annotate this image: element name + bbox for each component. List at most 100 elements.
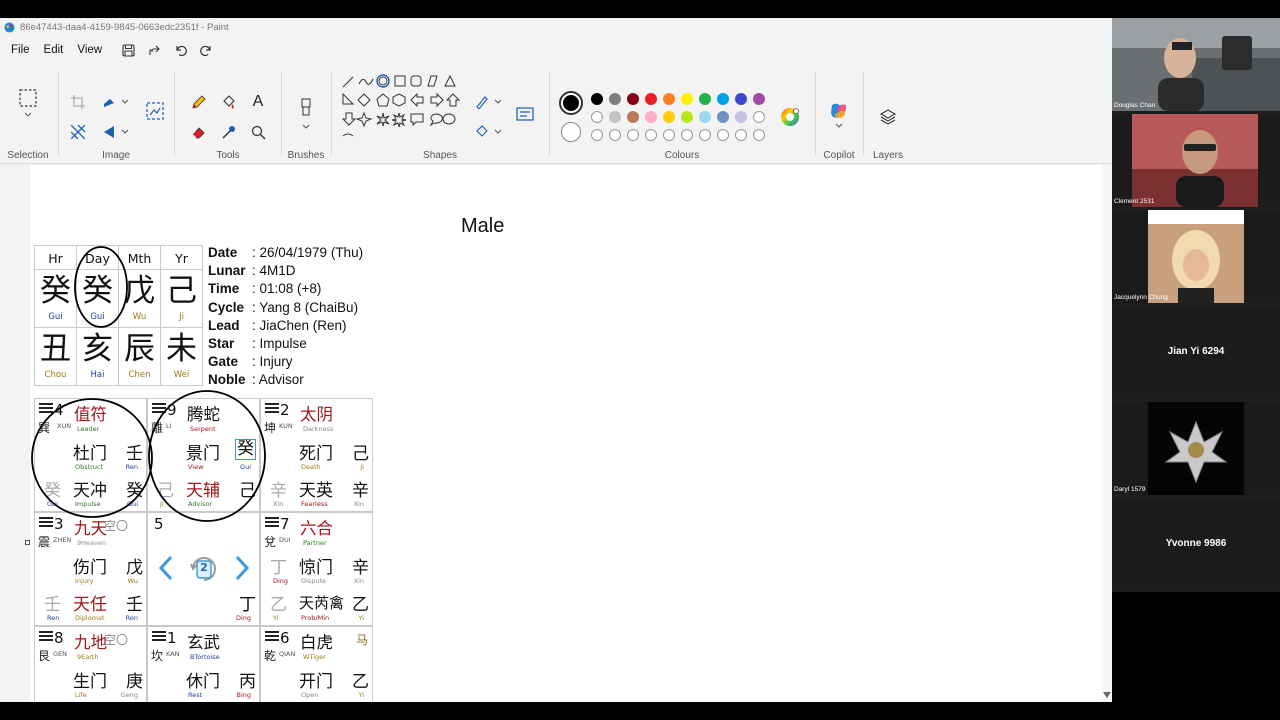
color-swatch[interactable] [663, 129, 675, 141]
share-button[interactable] [141, 39, 167, 61]
participant-tile[interactable]: Douglas Chan [1112, 18, 1280, 111]
color-swatch[interactable] [699, 93, 711, 105]
layers-button[interactable] [877, 106, 899, 128]
fill-button[interactable] [218, 92, 238, 112]
scroll-down-icon [1103, 692, 1111, 698]
color-swatch[interactable] [735, 129, 747, 141]
color-swatch[interactable] [753, 111, 765, 123]
eraser-button[interactable] [188, 122, 208, 142]
color-swatch[interactable] [681, 129, 693, 141]
color-swatch[interactable] [735, 111, 747, 123]
color-swatch[interactable] [717, 111, 729, 123]
shapes-gallery[interactable] [339, 70, 461, 144]
menu-edit[interactable]: Edit [37, 44, 71, 56]
redo-icon [199, 45, 211, 56]
rotate-button[interactable] [100, 122, 130, 142]
color-swatch[interactable] [609, 93, 621, 105]
canvas-area: Male Hr Day Mth Yr 癸 Gui 癸 Gui 戊 Wu 己 Ji 丑 Ch… [0, 165, 1112, 702]
shapes-group: Shapes [333, 64, 547, 164]
color-swatch[interactable] [735, 93, 747, 105]
primary-color[interactable] [559, 91, 583, 115]
resize-button[interactable] [100, 92, 130, 112]
participant-name: Jian Yi 6294 [1167, 346, 1225, 357]
color-swatch[interactable] [681, 111, 693, 123]
menu-file[interactable]: File [4, 44, 37, 56]
shape-style-button[interactable] [513, 102, 537, 126]
color-swatch[interactable] [591, 93, 603, 105]
window-title: 86e47443-daa4-4159-9845-0663edc2351f - P… [20, 21, 229, 33]
layers-label: Layers [872, 150, 903, 161]
menu-bar: File Edit View [0, 36, 1112, 64]
brushes-label: Brushes [287, 150, 325, 161]
day-pillar-circle [74, 246, 128, 328]
divider [815, 72, 816, 156]
copilot-button[interactable] [827, 100, 851, 130]
text-button[interactable]: A [248, 92, 268, 112]
color-swatch[interactable] [627, 129, 639, 141]
picker-button[interactable] [218, 122, 238, 142]
info-value: : 01:08 (+8) [252, 281, 322, 297]
color-swatch[interactable] [609, 129, 621, 141]
vertical-scrollbar[interactable] [1102, 165, 1112, 702]
color-swatch[interactable] [645, 129, 657, 141]
info-value: : 26/04/1979 (Thu) [252, 245, 364, 260]
magnifier-button[interactable] [248, 122, 268, 142]
undo-button[interactable] [167, 39, 193, 61]
info-row: Time: 01:08 (+8) [208, 280, 363, 298]
drawing-canvas[interactable]: Male Hr Day Mth Yr 癸 Gui 癸 Gui 戊 Wu 己 Ji 丑 Ch… [30, 165, 1112, 702]
color-swatch[interactable] [753, 129, 765, 141]
participant-tile[interactable]: Jian Yi 6294 [1112, 306, 1280, 399]
participant-tile[interactable]: Jacquelynn Chung [1112, 210, 1280, 303]
color-swatch[interactable] [699, 111, 711, 123]
participant-video [1148, 210, 1244, 303]
info-label: Cycle [208, 299, 245, 315]
redo-button[interactable] [193, 39, 219, 61]
selection-group: Selection [0, 64, 56, 164]
pencil-button[interactable] [188, 92, 208, 112]
menu-view[interactable]: View [70, 44, 109, 56]
four-pillars-table: Hr Day Mth Yr 癸 Gui 癸 Gui 戊 Wu 己 Ji 丑 Chou 亥H… [34, 245, 204, 387]
tools-group: A Tools [176, 64, 280, 164]
color-swatch[interactable] [699, 129, 711, 141]
color-swatch[interactable] [591, 111, 603, 123]
ribbon: Selection Image A Tools Brushes Shapes C… [0, 64, 1112, 164]
color-swatch[interactable] [753, 93, 765, 105]
shape-fill-button[interactable] [473, 122, 505, 142]
color-swatch[interactable] [627, 111, 639, 123]
participant-name: Yvonne 9986 [1165, 538, 1227, 549]
info-label: Lunar [208, 263, 246, 279]
image-select-button[interactable] [144, 100, 166, 122]
color-swatch[interactable] [627, 93, 639, 105]
select-tool[interactable] [16, 84, 40, 122]
colours-group: Colours [551, 64, 813, 164]
secondary-color[interactable] [561, 122, 581, 142]
color-swatch[interactable] [717, 93, 729, 105]
participant-tile[interactable]: Daryl 1579 [1112, 402, 1280, 495]
info-row: Gate: Injury [208, 353, 363, 371]
info-value: : JiaChen (Ren) [252, 317, 347, 333]
participant-tile[interactable]: Yvonne 9986 [1112, 498, 1280, 591]
brush-button[interactable] [293, 94, 319, 134]
color-swatch[interactable] [591, 129, 603, 141]
title-bar: 86e47443-daa4-4159-9845-0663edc2351f - P… [0, 18, 1112, 36]
save-button[interactable] [115, 39, 141, 61]
paint-app-icon [4, 21, 15, 33]
color-swatch[interactable] [717, 129, 729, 141]
color-swatch[interactable] [645, 93, 657, 105]
outline-icon [476, 96, 502, 109]
edit-colours-button[interactable] [777, 104, 803, 130]
info-value: : Injury [252, 354, 293, 370]
crop-button[interactable] [68, 92, 88, 112]
color-swatch[interactable] [645, 111, 657, 123]
divider [281, 72, 282, 156]
color-swatch[interactable] [663, 111, 675, 123]
mosaic-button[interactable] [68, 122, 88, 142]
color-swatch[interactable] [609, 111, 621, 123]
info-row: Noble: Advisor [208, 371, 363, 389]
color-swatch[interactable] [663, 93, 675, 105]
participant-tile[interactable]: Clement 2531 [1112, 114, 1280, 207]
selection-label: Selection [7, 150, 49, 161]
outline-button[interactable] [473, 92, 505, 112]
layers-icon [879, 109, 897, 125]
color-swatch[interactable] [681, 93, 693, 105]
